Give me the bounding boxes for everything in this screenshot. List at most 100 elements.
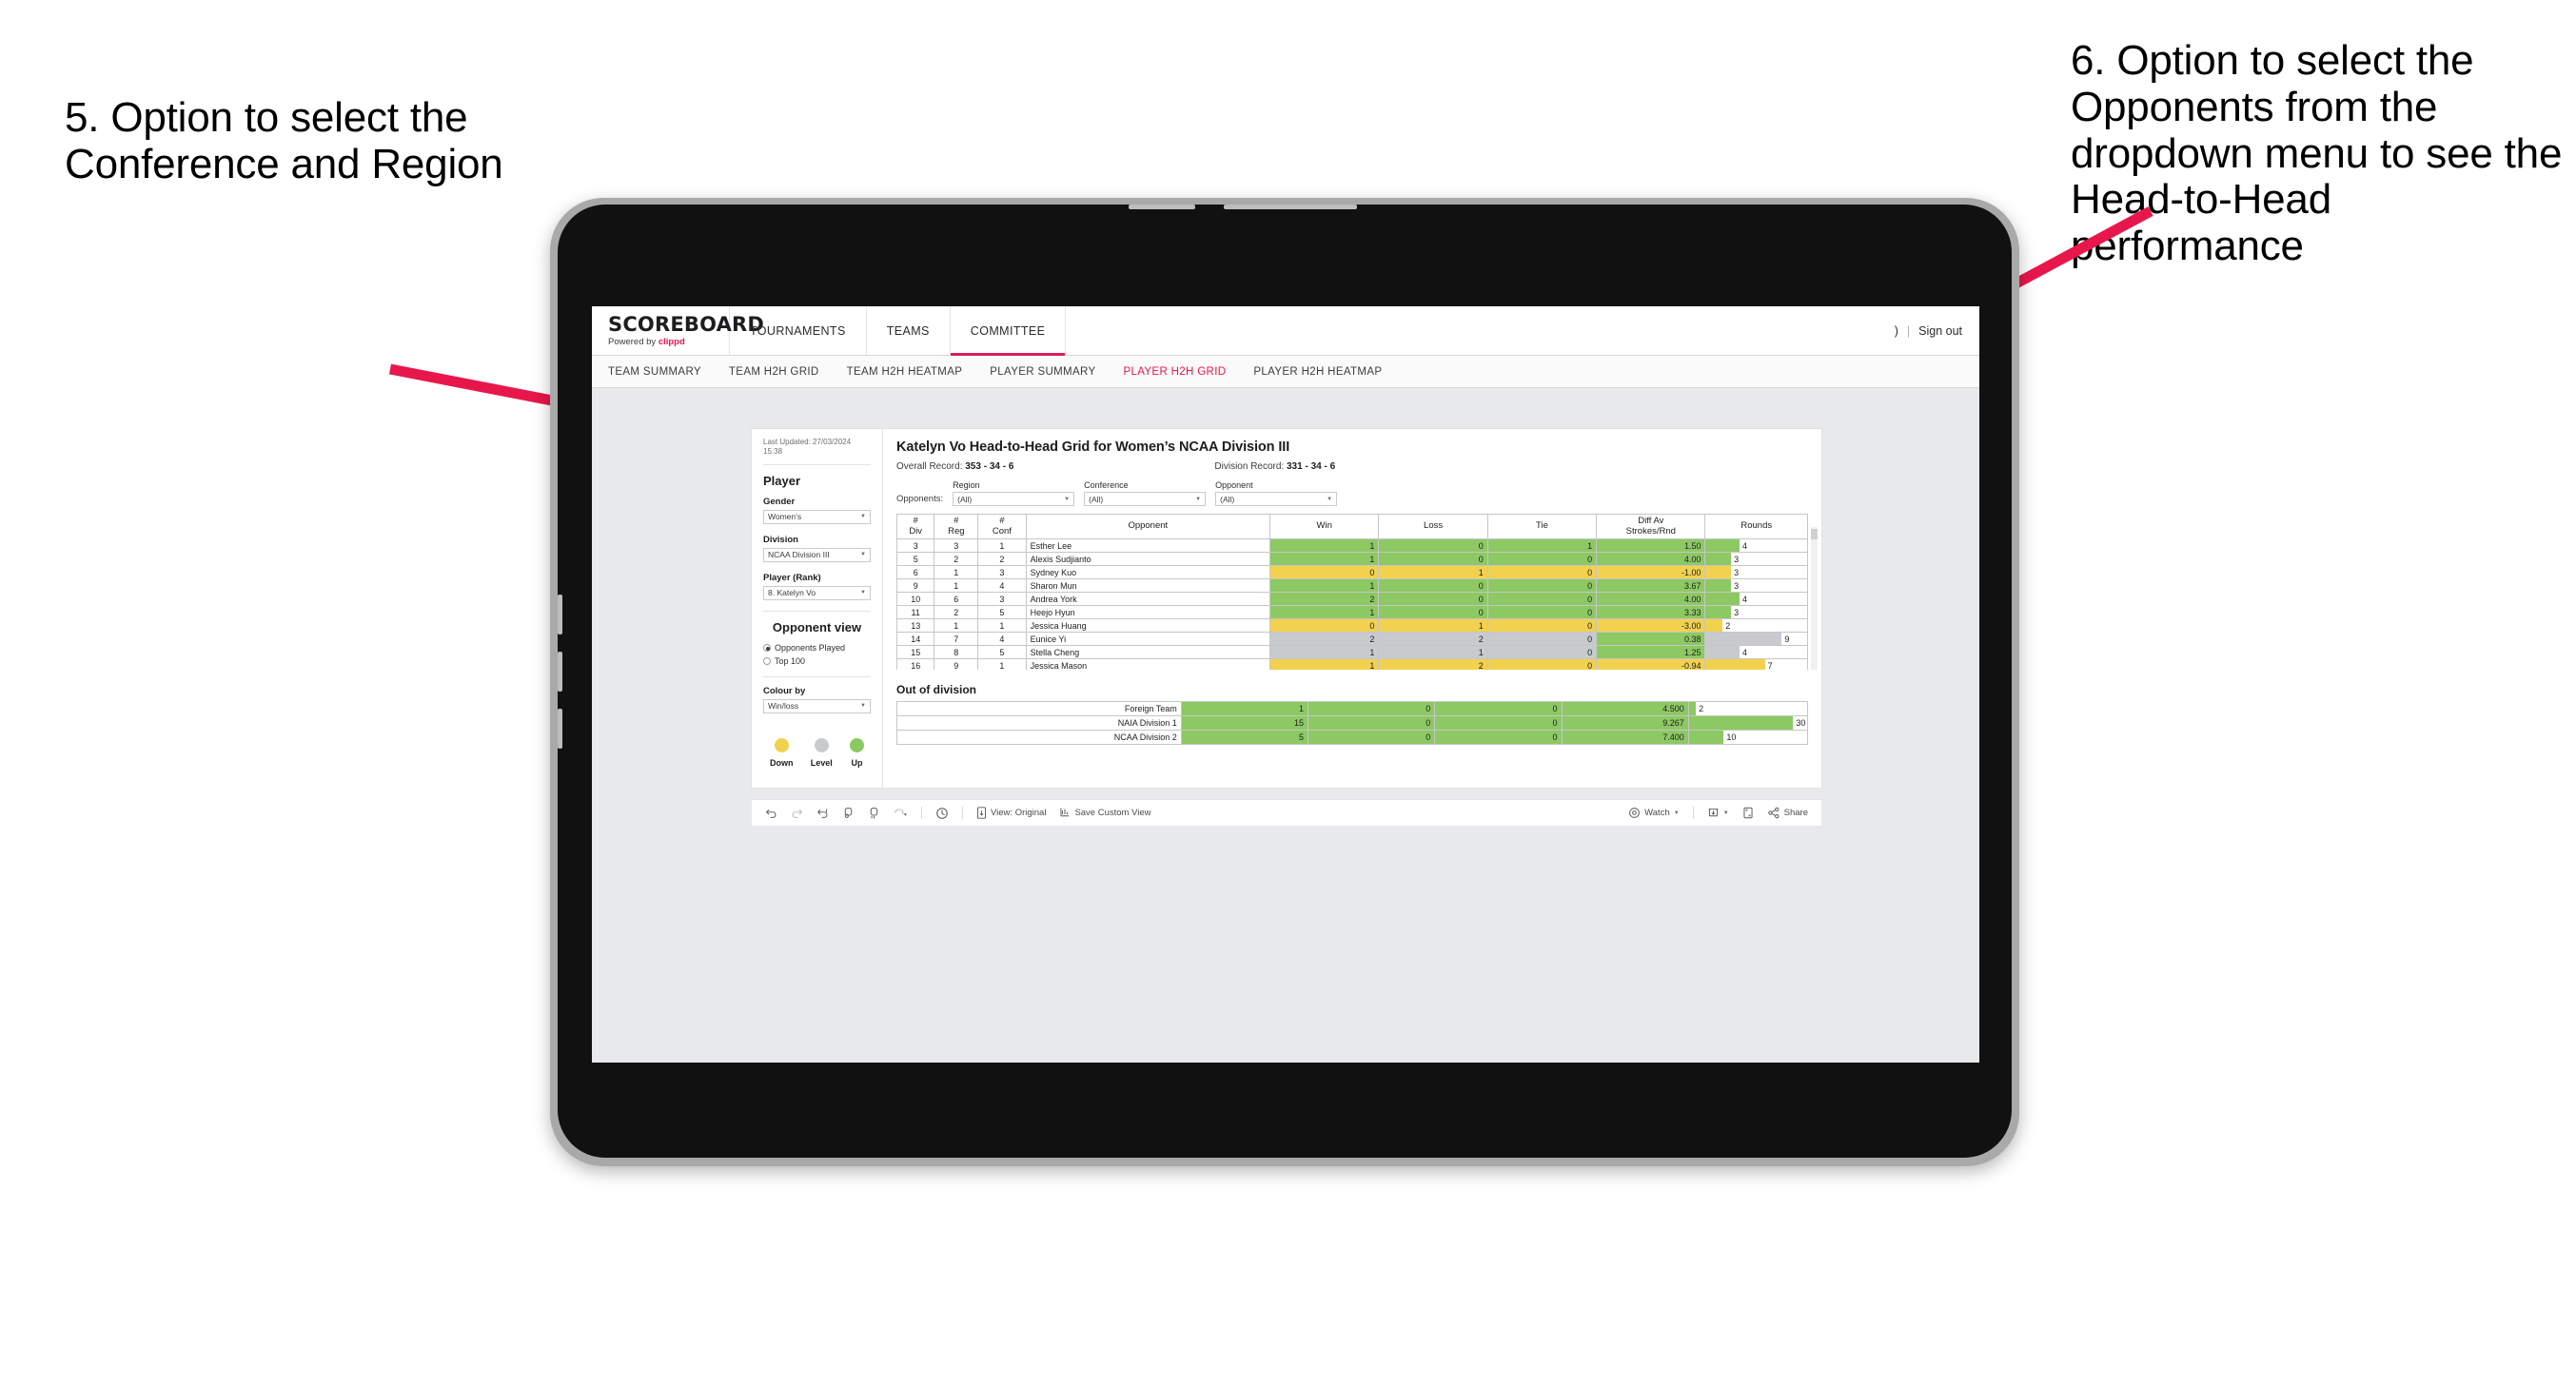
radio-button-icon	[763, 643, 771, 652]
rounds-value: 4	[1741, 540, 1747, 551]
legend-caption-down: Down	[770, 757, 794, 768]
cell-opponent: Andrea York	[1025, 592, 1271, 606]
undo-icon[interactable]	[765, 807, 777, 819]
subnav-player-h2h-grid[interactable]: PLAYER H2H GRID	[1123, 366, 1226, 378]
nav-tab-tournaments[interactable]: TOURNAMENTS	[730, 306, 867, 355]
page-title: Katelyn Vo Head-to-Head Grid for Women’s…	[896, 439, 1290, 455]
cell-reg: 1	[934, 618, 979, 633]
table-row[interactable]: 15 8 5 Stella Cheng 1 1 0 1.25 4	[896, 645, 1808, 659]
gender-dropdown[interactable]: Women’s ▼	[763, 509, 871, 524]
pan-mode-icon[interactable]	[894, 807, 908, 819]
opponent-filter-dropdown[interactable]: (All) ▼	[1215, 492, 1338, 506]
revert-icon[interactable]	[816, 807, 829, 819]
fullscreen-button[interactable]	[1742, 807, 1754, 819]
chevron-down-icon: ▼	[1722, 810, 1729, 816]
toolbar-divider-1	[921, 807, 922, 819]
sidebar-heading-player: Player	[763, 473, 801, 488]
radio-top-100[interactable]: Top 100	[763, 656, 871, 666]
radio-opponents-played[interactable]: Opponents Played	[763, 643, 871, 653]
out-of-division-row[interactable]: NAIA Division 1 15 0 0 9.267 30	[896, 715, 1809, 731]
account-glyph: )	[1894, 323, 1898, 338]
rounds-value: 3	[1734, 554, 1740, 564]
player-rank-dropdown[interactable]: 8. Katelyn Vo ▼	[763, 585, 871, 600]
view-original-button[interactable]: View: Original	[976, 807, 1046, 819]
conference-filter: Conference (All) ▼	[1084, 480, 1207, 506]
table-row[interactable]: 10 6 3 Andrea York 2 0 0 4.00 4	[896, 592, 1808, 606]
save-custom-view-button[interactable]: Save Custom View	[1059, 807, 1151, 819]
subnav-team-h2h-grid[interactable]: TEAM H2H GRID	[729, 366, 819, 378]
subnav-team-summary[interactable]: TEAM SUMMARY	[608, 366, 701, 378]
table-row[interactable]: 9 1 4 Sharon Mun 1 0 0 3.67 3	[896, 578, 1808, 593]
cell-reg: 7	[934, 632, 979, 646]
rounds-bar	[1705, 659, 1765, 670]
legend-item-down: Down	[770, 737, 794, 768]
cell-tie: 0	[1486, 552, 1598, 566]
rounds-bar	[1705, 553, 1732, 565]
watch-button[interactable]: Watch ▼	[1628, 807, 1680, 819]
conference-filter-dropdown[interactable]: (All) ▼	[1084, 492, 1207, 506]
cell-reg: 8	[934, 645, 979, 659]
colour-by-dropdown[interactable]: Win/loss ▼	[763, 698, 871, 713]
cell-win: 1	[1269, 578, 1380, 593]
cell-div: 10	[896, 592, 935, 606]
division-dropdown[interactable]: NCAA Division III ▼	[763, 547, 871, 562]
cell-ood-win: 15	[1180, 715, 1309, 731]
cell-conf: 2	[977, 552, 1027, 566]
overall-record-value: 353 - 34 - 6	[965, 461, 1014, 472]
cell-div: 13	[896, 618, 935, 633]
gender-value: Women’s	[768, 512, 802, 522]
subnav-player-summary[interactable]: PLAYER SUMMARY	[990, 366, 1095, 378]
share-button[interactable]: Share	[1767, 807, 1808, 819]
cell-div: 3	[896, 538, 935, 553]
grid-scrollbar-track[interactable]	[1811, 527, 1818, 670]
redo-icon[interactable]	[791, 807, 803, 819]
table-row[interactable]: 14 7 4 Eunice Yi 2 2 0 0.38 9	[896, 632, 1808, 646]
tablet-top-button	[1224, 205, 1357, 209]
cell-loss: 0	[1378, 538, 1488, 553]
conference-filter-value: (All)	[1089, 494, 1104, 504]
table-row[interactable]: 11 2 5 Heejo Hyun 1 0 0 3.33 3	[896, 605, 1808, 619]
sign-out-link[interactable]: Sign out	[1918, 324, 1962, 338]
cell-diff: -1.00	[1596, 565, 1706, 579]
viewer-toolbar: View: Original Save Custom View Watch ▼ …	[752, 799, 1821, 826]
brand-logo[interactable]: SCOREBOARD Powered by clippd	[592, 306, 764, 355]
subnav-player-h2h-heatmap[interactable]: PLAYER H2H HEATMAP	[1253, 366, 1382, 378]
chevron-down-icon: ▼	[1064, 496, 1071, 502]
conference-filter-label: Conference	[1084, 480, 1129, 490]
table-row[interactable]: 13 1 1 Jessica Huang 0 1 0 -3.00 2	[896, 618, 1808, 633]
grid-scrollbar-thumb[interactable]	[1811, 529, 1818, 539]
sub-navigation: TEAM SUMMARY TEAM H2H GRID TEAM H2H HEAT…	[592, 356, 1979, 388]
table-row[interactable]: 3 3 1 Esther Lee 1 0 1 1.50 4	[896, 538, 1808, 553]
nav-tab-teams[interactable]: TEAMS	[867, 306, 951, 355]
region-filter-dropdown[interactable]: (All) ▼	[953, 492, 1075, 506]
rounds-bar	[1688, 731, 1724, 744]
table-row[interactable]: 16 9 1 Jessica Mason 1 2 0 -0.94 7	[896, 658, 1808, 670]
cell-ood-label: NCAA Division 2	[896, 730, 1182, 745]
nav-tab-committee[interactable]: COMMITTEE	[950, 306, 1067, 356]
cell-conf: 4	[977, 632, 1027, 646]
cell-ood-label: NAIA Division 1	[896, 715, 1182, 731]
table-row[interactable]: 5 2 2 Alexis Sudjianto 1 0 0 4.00 3	[896, 552, 1808, 566]
refresh-icon[interactable]	[842, 807, 855, 819]
chevron-down-icon: ▼	[860, 552, 866, 558]
rounds-value: 9	[1784, 634, 1790, 644]
alerts-icon[interactable]	[935, 807, 949, 820]
chevron-down-icon: ▼	[860, 590, 866, 596]
out-of-division-table: Foreign Team 1 0 0 4.500 2 NAIA Division 1 15 0 0…	[896, 701, 1809, 745]
pause-auto-updates-icon[interactable]	[868, 807, 880, 819]
table-row[interactable]: 6 1 3 Sydney Kuo 0 1 0 -1.00 3	[896, 565, 1808, 579]
download-button[interactable]: ▼	[1707, 807, 1729, 819]
cell-conf: 1	[977, 538, 1027, 553]
cell-conf: 1	[977, 618, 1027, 633]
out-of-division-row[interactable]: NCAA Division 2 5 0 0 7.400 10	[896, 730, 1809, 745]
cell-opponent: Esther Lee	[1025, 538, 1271, 553]
cell-opponent: Eunice Yi	[1025, 632, 1271, 646]
cell-opponent: Jessica Huang	[1025, 618, 1271, 633]
division-value: NCAA Division III	[768, 550, 830, 560]
cell-diff: 3.33	[1596, 605, 1706, 619]
tablet-volume-up-button	[558, 595, 562, 634]
out-of-division-row[interactable]: Foreign Team 1 0 0 4.500 2	[896, 701, 1809, 716]
radio-button-icon	[763, 656, 771, 665]
subnav-team-h2h-heatmap[interactable]: TEAM H2H HEATMAP	[847, 366, 963, 378]
h2h-grid-scroll-area[interactable]: # Div # Reg # Conf Opponent Win Loss Tie Di…	[896, 514, 1808, 670]
